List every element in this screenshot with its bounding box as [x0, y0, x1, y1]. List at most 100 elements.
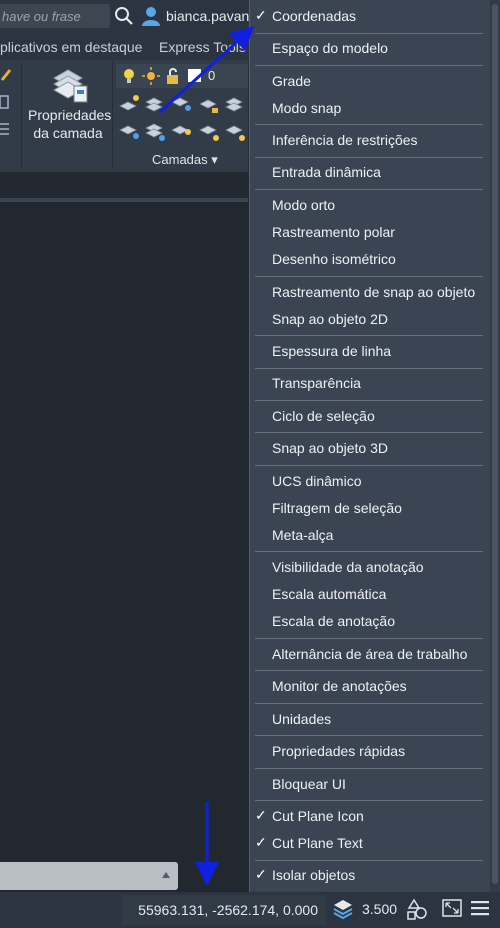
menu-item-label: UCS dinâmico: [272, 473, 362, 489]
command-history-arrow-icon[interactable]: [162, 872, 170, 878]
menu-item-ucs-dinamico[interactable]: UCS dinâmico: [249, 468, 490, 495]
layer-properties-icon[interactable]: [50, 64, 90, 104]
menu-item-label: Desenho isométrico: [272, 251, 396, 267]
tab-express-tools[interactable]: Express Tools: [159, 39, 246, 55]
layer-properties-label-1: Propriedades: [28, 107, 112, 123]
menu-item-visibilidade-anotacao[interactable]: Visibilidade da anotação: [249, 554, 490, 581]
menu-item-modo-snap[interactable]: Modo snap: [249, 95, 490, 122]
menu-item-coordenadas[interactable]: ✓ Coordenadas: [249, 3, 490, 30]
menu-separator: [255, 432, 483, 433]
menu-item-label: Coordenadas: [272, 8, 357, 24]
tab-featured-apps[interactable]: plicativos em destaque: [0, 39, 142, 55]
menu-item-label: Alternância de área de trabalho: [272, 646, 468, 662]
coordinates-value: 55963.131, -2562.174, 0.000: [138, 902, 318, 918]
menu-item-label: Snap ao objeto 2D: [272, 311, 388, 327]
layer-color-swatch: [188, 69, 201, 82]
menu-item-transparencia[interactable]: Transparência: [249, 370, 490, 397]
menu-separator: [255, 400, 483, 401]
menu-item-rastreamento-snap[interactable]: Rastreamento de snap ao objeto: [249, 279, 490, 306]
menu-item-meta-alca[interactable]: Meta-alça: [249, 522, 490, 549]
menu-item-alternancia-area[interactable]: Alternância de área de trabalho: [249, 641, 490, 668]
menu-separator: [255, 157, 483, 158]
user-icon[interactable]: [142, 6, 160, 26]
menu-item-label: Snap ao objeto 3D: [272, 440, 388, 456]
coordinates-display[interactable]: 55963.131, -2562.174, 0.000: [122, 895, 326, 925]
menu-item-cut-plane-text[interactable]: ✓ Cut Plane Text: [249, 830, 490, 857]
command-line[interactable]: [0, 862, 178, 890]
menu-item-label: Modo orto: [272, 197, 336, 213]
menu-item-inferencia[interactable]: Inferência de restrições: [249, 127, 490, 154]
menu-item-label: Ciclo de seleção: [272, 408, 375, 424]
menu-item-escala-automatica[interactable]: Escala automática: [249, 581, 490, 608]
search-input[interactable]: have ou frase: [0, 4, 110, 28]
menu-item-desenho-isometrico[interactable]: Desenho isométrico: [249, 246, 490, 273]
checkmark-icon: ✓: [255, 807, 267, 823]
layers-panel-title[interactable]: Camadas ▾: [152, 152, 218, 168]
menu-item-espaco-modelo[interactable]: Espaço do modelo: [249, 35, 490, 62]
menu-item-entrada-dinamica[interactable]: Entrada dinâmica: [249, 159, 490, 186]
menu-item-label: Escala de anotação: [272, 613, 395, 629]
menu-item-label: Filtragem de seleção: [272, 500, 402, 516]
menu-item-label: Espaço do modelo: [272, 40, 388, 56]
menu-separator: [255, 189, 483, 190]
menu-item-label: Propriedades rápidas: [272, 743, 406, 759]
current-layer-name: 0: [208, 68, 216, 83]
checkmark-icon: ✓: [255, 7, 267, 23]
menu-item-ciclo-selecao[interactable]: Ciclo de seleção: [249, 403, 490, 430]
lock-icon: [167, 68, 178, 84]
menu-item-label: Modo snap: [272, 100, 342, 116]
annotation-scale-value[interactable]: 3.500: [362, 901, 397, 917]
search-icon[interactable]: [114, 6, 134, 26]
menu-separator: [255, 276, 483, 277]
fullscreen-icon[interactable]: [442, 899, 462, 917]
menu-item-label: Isolar objetos: [272, 867, 356, 883]
menu-item-label: Rastreamento de snap ao objeto: [272, 284, 476, 300]
menu-item-bloquear-ui[interactable]: Bloquear UI: [249, 771, 490, 798]
menu-separator: [255, 670, 483, 671]
menu-item-unidades[interactable]: Unidades: [249, 706, 490, 733]
menu-separator: [255, 768, 483, 769]
menu-item-label: Entrada dinâmica: [272, 164, 381, 180]
menu-item-escala-anotacao[interactable]: Escala de anotação: [249, 608, 490, 635]
menu-item-cut-plane-icon[interactable]: ✓ Cut Plane Icon: [249, 803, 490, 830]
menu-item-label: Escala automática: [272, 586, 387, 602]
menu-scrollbar-thumb[interactable]: [492, 4, 498, 884]
username[interactable]: bianca.pavane: [166, 8, 257, 24]
menu-item-snap-3d[interactable]: Snap ao objeto 3D: [249, 435, 490, 462]
layer-properties-button[interactable]: Propriedades da camada: [28, 106, 112, 142]
menu-item-filtragem-selecao[interactable]: Filtragem de seleção: [249, 495, 490, 522]
menu-item-label: Meta-alça: [272, 527, 334, 543]
menu-item-label: Unidades: [272, 711, 332, 727]
menu-item-espessura-linha[interactable]: Espessura de linha: [249, 338, 490, 365]
menu-item-isolar-objetos[interactable]: ✓ Isolar objetos: [249, 862, 490, 889]
checkmark-icon: ✓: [255, 866, 267, 882]
isolate-objects-icon[interactable]: [406, 898, 428, 920]
menu-item-snap-2d[interactable]: Snap ao objeto 2D: [249, 306, 490, 333]
menu-item-label: Rastreamento polar: [272, 224, 395, 240]
search-placeholder: have ou frase: [2, 9, 81, 24]
lightbulb-icon: [124, 69, 134, 83]
menu-separator: [255, 335, 483, 336]
annotation-scale-icon[interactable]: [332, 897, 354, 921]
menu-separator: [255, 465, 483, 466]
menu-item-label: Bloquear UI: [272, 776, 346, 792]
panel-divider: [21, 62, 22, 168]
menu-separator: [255, 33, 483, 34]
menu-separator: [255, 860, 483, 861]
menu-item-label: Grade: [272, 73, 311, 89]
menu-item-label: Visibilidade da anotação: [272, 559, 424, 575]
menu-item-label: Inferência de restrições: [272, 132, 418, 148]
menu-separator: [255, 703, 483, 704]
menu-item-monitor-anotacoes[interactable]: Monitor de anotações: [249, 673, 490, 700]
menu-item-grade[interactable]: Grade: [249, 68, 490, 95]
menu-item-rastreamento-polar[interactable]: Rastreamento polar: [249, 219, 490, 246]
menu-separator: [255, 735, 483, 736]
menu-item-modo-orto[interactable]: Modo orto: [249, 192, 490, 219]
partial-tool-icons[interactable]: [0, 66, 12, 140]
drawing-canvas[interactable]: [0, 202, 248, 862]
menu-separator: [255, 551, 483, 552]
layer-tools-icons[interactable]: [116, 92, 248, 144]
checkmark-icon: ✓: [255, 834, 267, 850]
menu-item-propriedades-rapidas[interactable]: Propriedades rápidas: [249, 738, 490, 765]
customization-menu-icon[interactable]: [470, 899, 490, 917]
